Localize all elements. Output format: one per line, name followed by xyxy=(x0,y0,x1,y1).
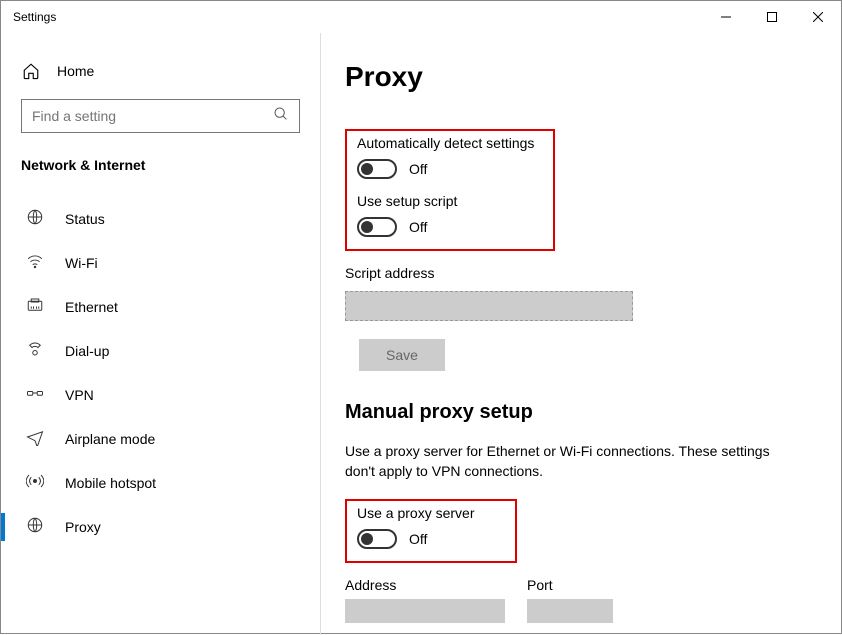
script-address-input[interactable] xyxy=(345,291,633,321)
sidebar-item-airplane[interactable]: Airplane mode xyxy=(21,417,300,461)
setup-script-toggle[interactable] xyxy=(357,217,397,237)
maximize-button[interactable] xyxy=(749,1,795,33)
proxy-icon xyxy=(25,516,45,538)
sidebar-item-vpn[interactable]: VPN xyxy=(21,373,300,417)
sidebar-item-label: Status xyxy=(65,211,105,227)
home-link[interactable]: Home xyxy=(21,61,300,81)
auto-detect-toggle[interactable] xyxy=(357,159,397,179)
address-label: Address xyxy=(345,577,505,593)
sidebar-item-ethernet[interactable]: Ethernet xyxy=(21,285,300,329)
sidebar-item-label: VPN xyxy=(65,387,94,403)
highlight-box-proxy: Use a proxy server Off xyxy=(345,499,517,563)
port-input[interactable] xyxy=(527,599,613,623)
content-panel: Proxy Automatically detect settings Off … xyxy=(321,33,841,635)
search-box[interactable] xyxy=(21,99,300,133)
sidebar-item-proxy[interactable]: Proxy xyxy=(21,505,300,549)
sidebar-item-dialup[interactable]: Dial-up xyxy=(21,329,300,373)
sidebar-item-status[interactable]: Status xyxy=(21,197,300,241)
manual-description: Use a proxy server for Ethernet or Wi-Fi… xyxy=(345,442,785,481)
sidebar-item-label: Dial-up xyxy=(65,343,109,359)
search-input[interactable] xyxy=(32,108,273,124)
sidebar: Home Network & Internet Status Wi-Fi Eth… xyxy=(1,33,321,635)
use-proxy-toggle[interactable] xyxy=(357,529,397,549)
save-button[interactable]: Save xyxy=(359,339,445,371)
page-title: Proxy xyxy=(345,61,817,93)
port-label: Port xyxy=(527,577,613,593)
ethernet-icon xyxy=(25,296,45,318)
airplane-icon xyxy=(25,428,45,450)
sidebar-item-hotspot[interactable]: Mobile hotspot xyxy=(21,461,300,505)
sidebar-item-label: Wi-Fi xyxy=(65,255,98,271)
setup-script-label: Use setup script xyxy=(357,193,543,209)
auto-detect-state: Off xyxy=(409,161,427,177)
use-proxy-label: Use a proxy server xyxy=(357,505,505,521)
auto-detect-label: Automatically detect settings xyxy=(357,135,543,151)
titlebar: Settings xyxy=(1,1,841,33)
home-icon xyxy=(21,61,41,81)
vpn-icon xyxy=(25,384,45,406)
use-proxy-state: Off xyxy=(409,531,427,547)
minimize-button[interactable] xyxy=(703,1,749,33)
status-icon xyxy=(25,208,45,230)
manual-heading: Manual proxy setup xyxy=(345,401,817,424)
hotspot-icon xyxy=(25,472,45,494)
dialup-icon xyxy=(25,340,45,362)
sidebar-item-label: Ethernet xyxy=(65,299,118,315)
wifi-icon xyxy=(25,252,45,274)
sidebar-item-label: Proxy xyxy=(65,519,101,535)
sidebar-item-label: Airplane mode xyxy=(65,431,155,447)
section-title: Network & Internet xyxy=(21,157,300,173)
sidebar-item-label: Mobile hotspot xyxy=(65,475,156,491)
address-input[interactable] xyxy=(345,599,505,623)
highlight-box-auto: Automatically detect settings Off Use se… xyxy=(345,129,555,251)
close-button[interactable] xyxy=(795,1,841,33)
sidebar-item-wifi[interactable]: Wi-Fi xyxy=(21,241,300,285)
home-label: Home xyxy=(57,63,94,79)
setup-script-state: Off xyxy=(409,219,427,235)
search-icon xyxy=(273,106,289,127)
window-title: Settings xyxy=(13,10,56,24)
script-address-label: Script address xyxy=(345,265,817,281)
